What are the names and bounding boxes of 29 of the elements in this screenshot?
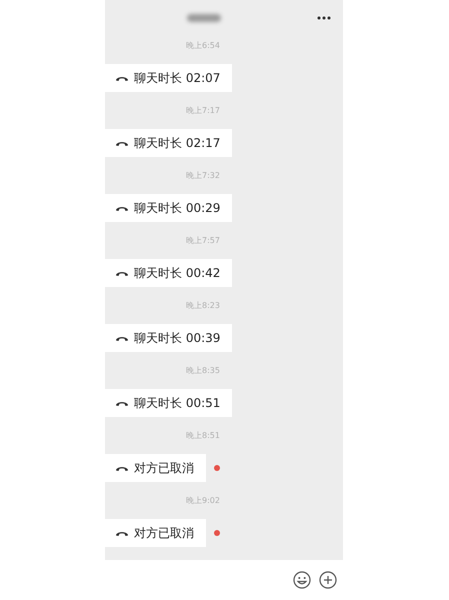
phone-icon	[115, 529, 129, 537]
call-text: 聊天时长 00:51	[134, 395, 220, 412]
call-text: 对方已取消	[134, 525, 194, 542]
call-bubble[interactable]: 聊天时长 02:17	[105, 129, 232, 157]
call-bubble[interactable]: 聊天时长 00:42	[105, 259, 232, 287]
call-bubble[interactable]: 聊天时长 00:39	[105, 324, 232, 352]
call-text: 聊天时长 00:39	[134, 330, 220, 347]
emoji-icon[interactable]	[293, 571, 311, 589]
call-text: 聊天时长 00:29	[134, 200, 220, 217]
more-icon[interactable]	[317, 16, 331, 20]
call-text: 聊天时长 02:07	[134, 70, 220, 87]
blurred-title	[187, 14, 221, 22]
call-bubble[interactable]: 聊天时长 02:07	[105, 64, 232, 92]
phone-icon	[115, 204, 129, 212]
call-bubble[interactable]: 聊天时长 00:51	[105, 389, 232, 417]
call-bubble[interactable]: 对方已取消	[105, 519, 206, 547]
phone-icon	[115, 74, 129, 82]
call-text: 聊天时长 02:17	[134, 135, 220, 152]
phone-icon	[115, 464, 129, 472]
plus-icon[interactable]	[319, 571, 337, 589]
phone-icon	[115, 139, 129, 147]
call-bubble[interactable]: 聊天时长 00:29	[105, 194, 232, 222]
call-text: 聊天时长 00:42	[134, 265, 220, 282]
phone-icon	[115, 334, 129, 342]
phone-icon	[115, 399, 129, 407]
call-text: 对方已取消	[134, 460, 194, 477]
message-time: 晚上9:02	[186, 495, 220, 507]
phone-icon	[115, 269, 129, 277]
call-bubble[interactable]: 对方已取消	[105, 454, 206, 482]
